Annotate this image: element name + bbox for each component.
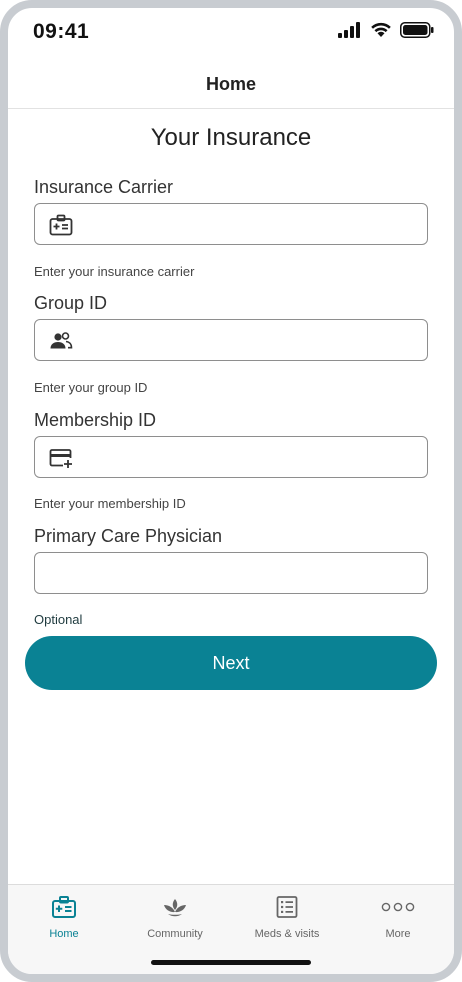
- tab-community[interactable]: Community: [119, 895, 231, 945]
- membership-id-input[interactable]: [83, 443, 419, 473]
- home-indicator: [151, 960, 311, 965]
- wifi-icon: [371, 22, 391, 37]
- status-icons: [338, 22, 434, 38]
- insurance-carrier-field[interactable]: [34, 203, 428, 245]
- group-icon: [50, 332, 73, 349]
- physician-label: Primary Care Physician: [34, 526, 223, 546]
- tab-home-label: Home: [49, 928, 79, 940]
- medical-card-icon: [49, 214, 73, 236]
- physician-input[interactable]: [47, 559, 419, 589]
- group-id-input[interactable]: [83, 326, 419, 356]
- status-time: 09:41: [33, 20, 90, 43]
- battery-icon: [400, 22, 434, 38]
- group-id-help: Enter your group ID: [34, 380, 148, 395]
- membership-id-help: Enter your membership ID: [34, 496, 186, 511]
- more-dots-icon: [381, 902, 415, 912]
- status-bar: 09:41: [8, 8, 454, 58]
- insurance-carrier-help: Enter your insurance carrier: [34, 264, 195, 279]
- nav-bar: Home: [8, 66, 454, 109]
- credit-card-add-icon: [49, 449, 72, 468]
- medical-card-icon: [52, 896, 76, 918]
- membership-id-field[interactable]: [34, 436, 428, 478]
- nav-title: Home: [205, 74, 256, 94]
- tab-home[interactable]: Home: [8, 895, 120, 945]
- insurance-carrier-input[interactable]: [83, 210, 419, 240]
- tab-more[interactable]: More: [342, 895, 454, 945]
- tab-bar: Home Community Meds & visits More: [8, 884, 454, 974]
- page-title: Your Insurance: [150, 124, 312, 151]
- group-id-label: Group ID: [34, 293, 108, 313]
- next-button[interactable]: Next: [25, 636, 437, 690]
- tab-meds-visits-label: Meds & visits: [254, 928, 320, 940]
- tab-more-label: More: [385, 928, 411, 940]
- insurance-carrier-label: Insurance Carrier: [34, 177, 174, 197]
- membership-id-label: Membership ID: [34, 410, 157, 430]
- group-id-field[interactable]: [34, 319, 428, 361]
- phone-frame: 09:41 Home Your Insurance Insurance Carr…: [0, 0, 462, 982]
- list-icon: [276, 896, 298, 918]
- tab-community-label: Community: [147, 928, 203, 940]
- physician-optional-hint: Optional: [34, 612, 83, 627]
- signal-icon: [338, 22, 360, 38]
- tab-meds-visits[interactable]: Meds & visits: [231, 895, 343, 945]
- lotus-icon: [164, 899, 186, 917]
- physician-field[interactable]: [34, 552, 428, 594]
